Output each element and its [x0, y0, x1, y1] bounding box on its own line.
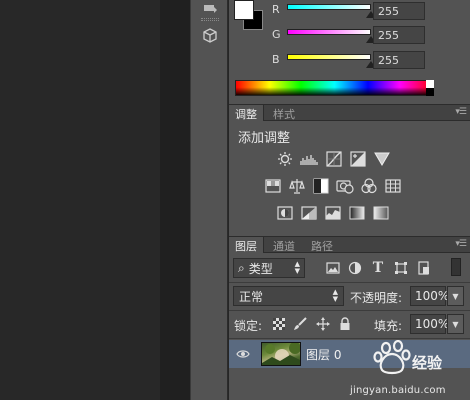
divider	[229, 282, 470, 283]
divider	[229, 310, 470, 311]
tab-layers[interactable]: 图层	[229, 237, 264, 253]
pixel-filter-icon[interactable]	[325, 260, 341, 276]
fill-field[interactable]: 100%	[410, 314, 449, 334]
threshold-icon[interactable]	[324, 205, 342, 221]
hue-saturation-icon[interactable]	[264, 178, 282, 194]
tab-channels[interactable]: 通道	[267, 237, 301, 253]
color-spectrum-bar[interactable]	[235, 80, 434, 96]
invert-icon[interactable]	[276, 205, 294, 221]
photo-filter-icon[interactable]	[336, 178, 354, 194]
curves-icon[interactable]	[325, 151, 343, 167]
blue-value-field[interactable]: 255	[373, 51, 425, 69]
history-icon[interactable]	[198, 0, 222, 20]
blue-channel-label: B	[272, 53, 280, 66]
shape-filter-icon[interactable]	[393, 260, 409, 276]
white-chip[interactable]	[426, 80, 434, 88]
spectrum-shade	[236, 81, 433, 95]
layers-tabbar: 图层 通道 路径 ▾☰	[229, 236, 470, 253]
color-panel: R 255 G 255 B 255	[229, 0, 470, 104]
color-lookup-icon[interactable]	[384, 178, 402, 194]
green-value-field[interactable]: 255	[373, 26, 425, 44]
black-chip[interactable]	[426, 88, 434, 96]
tab-paths[interactable]: 路径	[305, 237, 339, 253]
adjustments-tabbar: 调整 样式 ▾☰	[229, 104, 470, 121]
channel-mixer-icon[interactable]	[360, 178, 378, 194]
opacity-dropdown-button[interactable]: ▼	[447, 286, 464, 306]
red-value-field[interactable]: 255	[373, 2, 425, 20]
layers-list-empty-area[interactable]	[229, 368, 470, 400]
stepper-icon: ▲ ▼	[294, 260, 300, 275]
adjustments-title: 添加调整	[238, 131, 291, 146]
brightness-contrast-icon[interactable]	[276, 151, 294, 167]
layer-filter-toolbar: ⌕ 类型 ▲ ▼ T	[229, 254, 470, 282]
tab-styles[interactable]: 样式	[267, 105, 301, 121]
opacity-field[interactable]: 100%	[410, 286, 449, 306]
tab-adjustments[interactable]: 调整	[229, 105, 264, 121]
canvas-gutter	[160, 0, 190, 400]
red-channel-label: R	[272, 3, 280, 16]
black-white-icon[interactable]	[312, 178, 330, 194]
search-icon: ⌕	[238, 260, 245, 275]
fill-dropdown-button[interactable]: ▼	[447, 314, 464, 334]
divider	[229, 338, 470, 339]
strip-grip[interactable]	[201, 18, 219, 21]
lock-position-move-icon[interactable]	[316, 317, 330, 331]
exposure-icon[interactable]	[349, 151, 367, 167]
lock-transparent-pixels-icon[interactable]	[272, 317, 286, 331]
blue-channel-slider[interactable]	[287, 54, 371, 60]
visibility-eye-icon[interactable]	[236, 347, 250, 361]
color-balance-icon[interactable]	[288, 178, 306, 194]
foreground-color-swatch[interactable]	[234, 0, 254, 20]
lock-all-padlock-icon[interactable]	[338, 317, 352, 331]
red-channel-slider[interactable]	[287, 4, 371, 10]
vibrance-icon[interactable]	[373, 151, 391, 167]
panel-menu-icon[interactable]: ▾☰	[455, 107, 467, 117]
type-filter-icon[interactable]: T	[370, 260, 386, 276]
blend-mode-value: 正常	[239, 289, 264, 304]
levels-icon[interactable]	[300, 151, 318, 167]
collapsed-panel-strip	[190, 0, 228, 400]
filter-kind-select[interactable]: ⌕ 类型 ▲ ▼	[233, 258, 305, 278]
lock-image-pixels-brush-icon[interactable]	[293, 317, 307, 331]
layer-thumbnail[interactable]	[261, 342, 301, 366]
smart-object-filter-icon[interactable]	[416, 260, 432, 276]
stepper-icon: ▲ ▼	[332, 288, 338, 303]
green-channel-slider[interactable]	[287, 29, 371, 35]
layers-panel-menu-icon[interactable]: ▾☰	[455, 239, 467, 249]
fill-label: 填充:	[374, 319, 403, 333]
filter-toggle-icon[interactable]	[451, 258, 461, 276]
black-white-ramp[interactable]	[426, 80, 434, 96]
layer-name[interactable]: 图层 0	[306, 346, 341, 363]
filter-kind-value: 类型	[248, 261, 273, 276]
lock-label: 锁定:	[234, 319, 263, 333]
selective-color-icon[interactable]	[372, 205, 390, 221]
posterize-icon[interactable]	[300, 205, 318, 221]
blend-mode-select[interactable]: 正常 ▲ ▼	[233, 286, 344, 306]
gradient-map-icon[interactable]	[348, 205, 366, 221]
adjustment-filter-icon[interactable]	[347, 260, 363, 276]
panel-column: R 255 G 255 B 255 调整 样式 ▾☰ 添加调整 图层 通道 路径…	[229, 0, 470, 400]
layer-row[interactable]: 图层 0	[229, 340, 470, 368]
opacity-label: 不透明度:	[350, 291, 403, 305]
document-canvas-area[interactable]	[0, 0, 160, 400]
3d-cube-icon[interactable]	[198, 26, 222, 46]
green-channel-label: G	[272, 28, 281, 41]
